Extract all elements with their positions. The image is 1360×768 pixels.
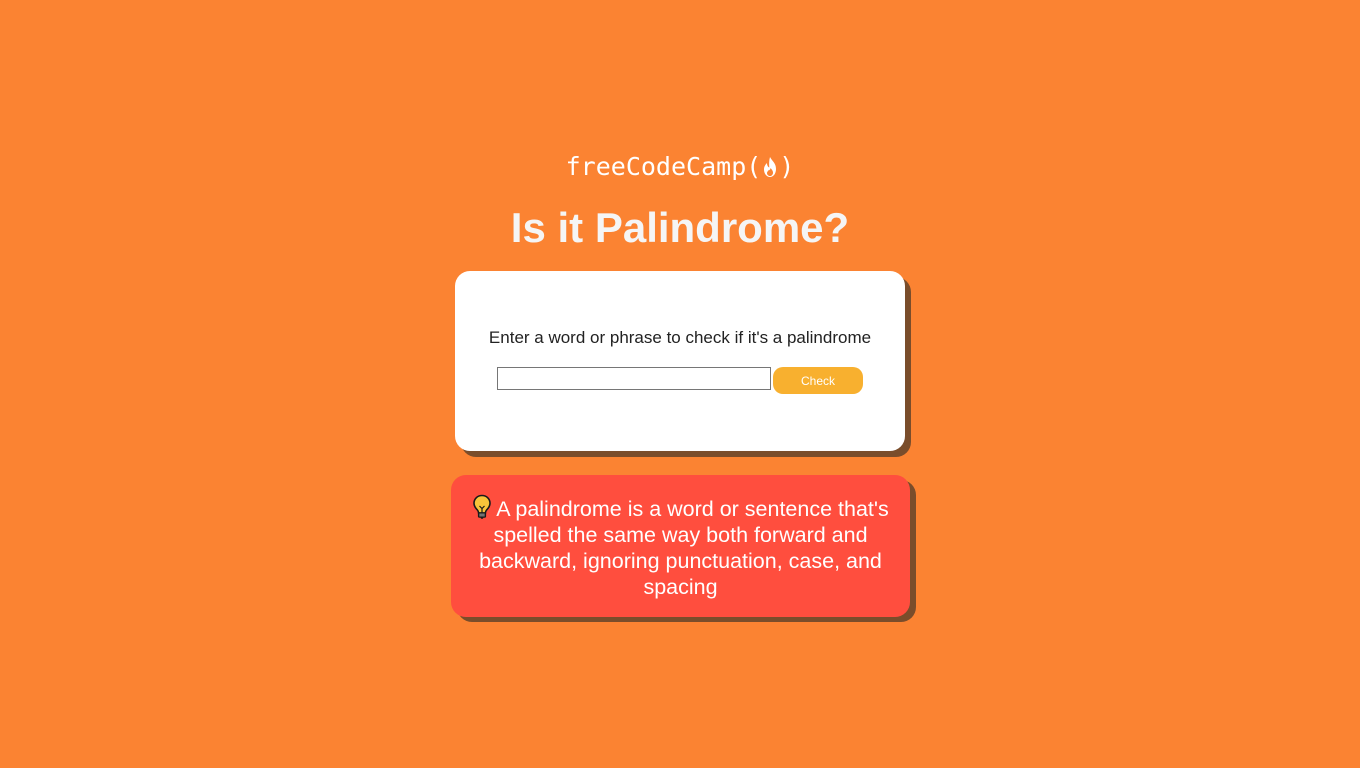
page-title: Is it Palindrome?	[510, 204, 850, 251]
lightbulb-icon	[473, 494, 492, 519]
palindrome-definition-box: A palindrome is a word or sentence that'…	[451, 475, 910, 617]
input-prompt: Enter a word or phrase to check if it's …	[488, 328, 872, 347]
text-input[interactable]	[497, 367, 771, 390]
logo-text: freeCodeCamp(	[565, 152, 762, 181]
palindrome-definition-text: A palindrome is a word or sentence that'…	[479, 497, 889, 599]
logo-close-paren: )	[779, 152, 795, 181]
flame-icon	[764, 157, 777, 177]
check-button[interactable]: Check	[773, 367, 863, 394]
freecodecamp-logo: freeCodeCamp()	[0, 150, 1360, 184]
palindrome-checker-card: Enter a word or phrase to check if it's …	[455, 271, 905, 451]
